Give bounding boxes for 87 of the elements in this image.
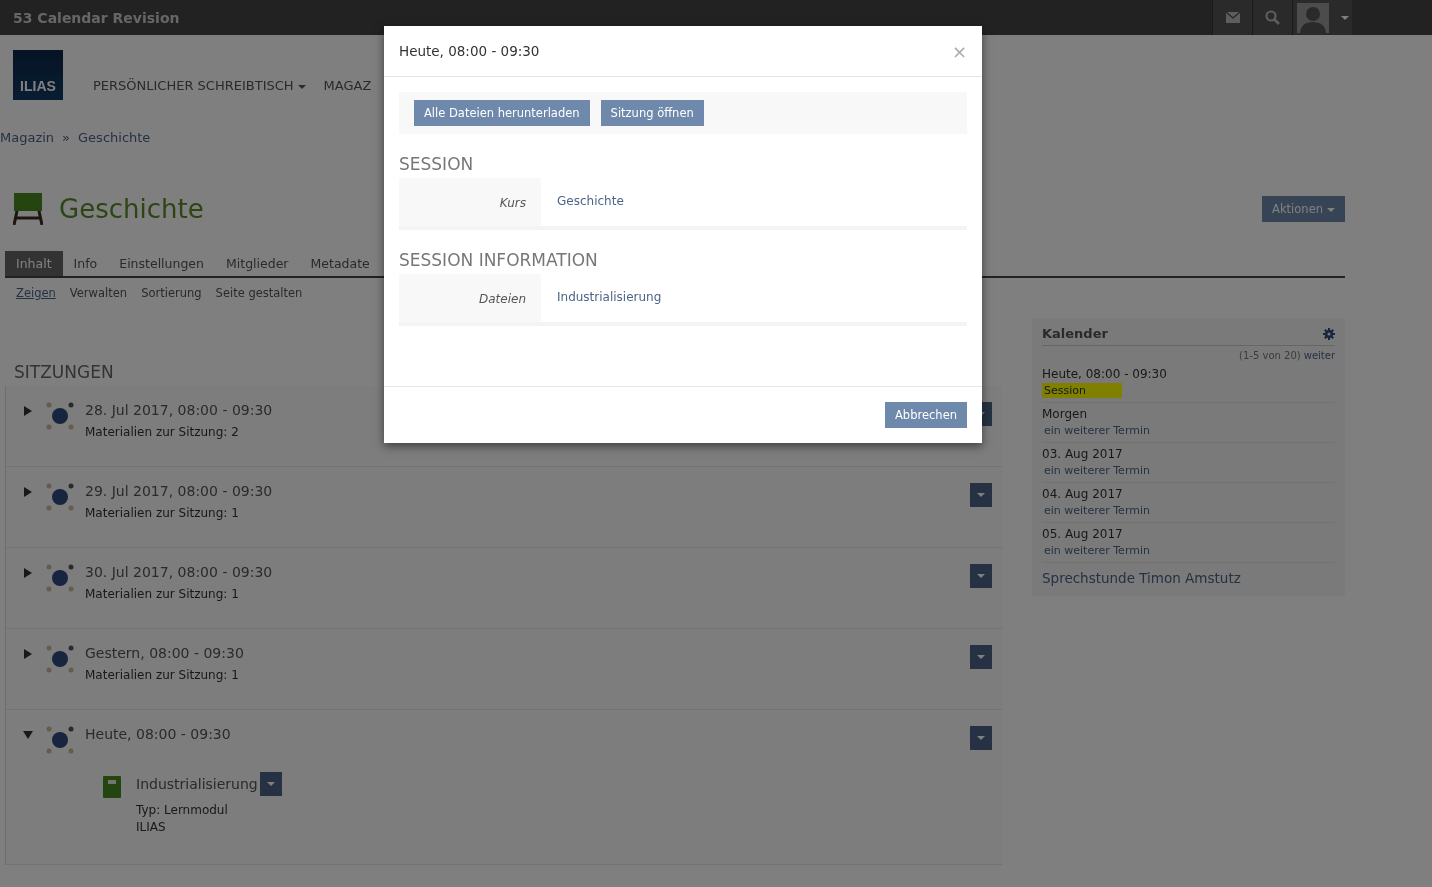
action-button[interactable]: Sitzung öffnen (600, 100, 704, 126)
pager-count: (1-5 von 20) (1239, 350, 1301, 361)
event-link[interactable]: ein weiterer Termin (1042, 503, 1152, 518)
logo: ILIAS (13, 50, 63, 100)
session-icon (46, 402, 74, 430)
item-type: Typ: Lernmodul (136, 802, 229, 819)
subtab[interactable]: Sortierung (141, 286, 202, 300)
tab[interactable]: Mitglieder (215, 251, 300, 276)
materials-count: Materialien zur Sitzung: 2 (85, 425, 240, 439)
dropdown-button[interactable] (970, 645, 992, 669)
caret-icon (977, 736, 985, 740)
mail-button[interactable] (1212, 0, 1252, 35)
caret-icon (977, 493, 985, 497)
caret-icon (1341, 15, 1349, 20)
caret-icon (977, 655, 985, 659)
session-title-link[interactable]: Gestern, 08:00 - 09:30 (85, 645, 970, 661)
caret-icon (266, 782, 275, 786)
expand-toggle-icon[interactable] (23, 649, 33, 659)
subtab[interactable]: Seite gestalten (215, 286, 303, 300)
tab[interactable]: Inhalt (5, 251, 63, 276)
event-link[interactable]: ein weiterer Termin (1042, 543, 1152, 558)
search-button[interactable] (1252, 0, 1292, 35)
materials-count: Materialien zur Sitzung: 1 (85, 506, 240, 520)
expand-toggle-icon[interactable] (23, 568, 33, 578)
action-button[interactable]: Alle Dateien herunterladen (414, 100, 590, 126)
event-date: Heute, 08:00 - 09:30 (1042, 367, 1168, 381)
dropdown-button[interactable] (970, 564, 992, 588)
materials-count: Materialien zur Sitzung: 1 (85, 668, 240, 682)
item-source: ILIAS (136, 819, 167, 836)
breadcrumb-link[interactable]: Geschichte (78, 130, 151, 145)
subtab[interactable]: Verwalten (69, 286, 128, 300)
dropdown-button[interactable] (970, 483, 992, 507)
settings-icon[interactable] (1323, 327, 1335, 340)
collapse-toggle-icon[interactable] (23, 730, 33, 740)
blackboard-icon (13, 193, 43, 225)
event-date: 03. Aug 2017 (1042, 447, 1124, 461)
property-link[interactable]: Industrialisierung (557, 290, 662, 304)
session-icon (46, 483, 74, 511)
event-date: 04. Aug 2017 (1042, 487, 1124, 501)
book-icon (103, 776, 121, 798)
learning-module-link[interactable]: Industrialisierung (136, 772, 258, 792)
nav-menu-item[interactable]: MAGAZ (323, 78, 372, 93)
event-link[interactable]: Session (1042, 383, 1122, 398)
tab[interactable]: Einstellungen (108, 251, 215, 276)
property-link[interactable]: Geschichte (557, 194, 624, 208)
user-menu-button[interactable] (1292, 0, 1352, 35)
close-button[interactable]: × (951, 40, 967, 62)
subtab[interactable]: Zeigen (16, 286, 56, 300)
property-label: Dateien (399, 274, 541, 322)
event-link[interactable]: ein weiterer Termin (1042, 463, 1152, 478)
section-heading: SESSION INFORMATION (399, 250, 599, 270)
session-icon (46, 726, 74, 754)
app-title: 53 Calendar Revision (13, 9, 180, 26)
expand-toggle-icon[interactable] (23, 406, 33, 416)
caret-icon (977, 574, 985, 578)
session-title-link[interactable]: 29. Jul 2017, 08:00 - 09:30 (85, 483, 970, 499)
breadcrumb-link[interactable]: Magazin (0, 130, 55, 145)
breadcrumb-separator: » (62, 130, 71, 145)
event-date: 05. Aug 2017 (1042, 527, 1124, 541)
expand-toggle-icon[interactable] (23, 487, 33, 497)
section-heading: SITZUNGEN (14, 362, 115, 382)
caret-icon (1327, 207, 1335, 212)
dropdown-button[interactable] (970, 726, 992, 750)
dropdown-button[interactable] (259, 772, 282, 796)
property-label: Kurs (399, 178, 541, 226)
panel-title: Kalender (1042, 326, 1108, 341)
session-title-link[interactable]: 30. Jul 2017, 08:00 - 09:30 (85, 564, 970, 580)
nav-menu-item[interactable]: PERSÖNLICHER SCHREIBTISCH (93, 78, 306, 93)
tab[interactable]: Info (62, 251, 109, 276)
cancel-button[interactable]: Abbrechen (885, 402, 967, 428)
session-icon (46, 645, 74, 673)
modal-title: Heute, 08:00 - 09:30 (399, 43, 540, 59)
caret-icon (297, 84, 306, 89)
avatar-icon (1297, 2, 1329, 33)
session-title-link[interactable]: Heute, 08:00 - 09:30 (85, 726, 970, 742)
search-icon (1265, 10, 1280, 25)
section-heading: SESSION (399, 154, 475, 174)
consultation-link[interactable]: Sprechstunde Timon Amstutz (1042, 570, 1335, 586)
tab[interactable]: Metadate (299, 251, 381, 276)
event-link[interactable]: ein weiterer Termin (1042, 423, 1152, 438)
materials-count: Materialien zur Sitzung: 1 (85, 587, 240, 601)
page-title: Geschichte (59, 194, 204, 224)
actions-button[interactable]: Aktionen (1262, 196, 1345, 222)
event-date: Morgen (1042, 407, 1089, 421)
envelope-icon (1225, 12, 1240, 23)
next-link[interactable]: weiter (1303, 350, 1335, 361)
session-icon (46, 564, 74, 592)
